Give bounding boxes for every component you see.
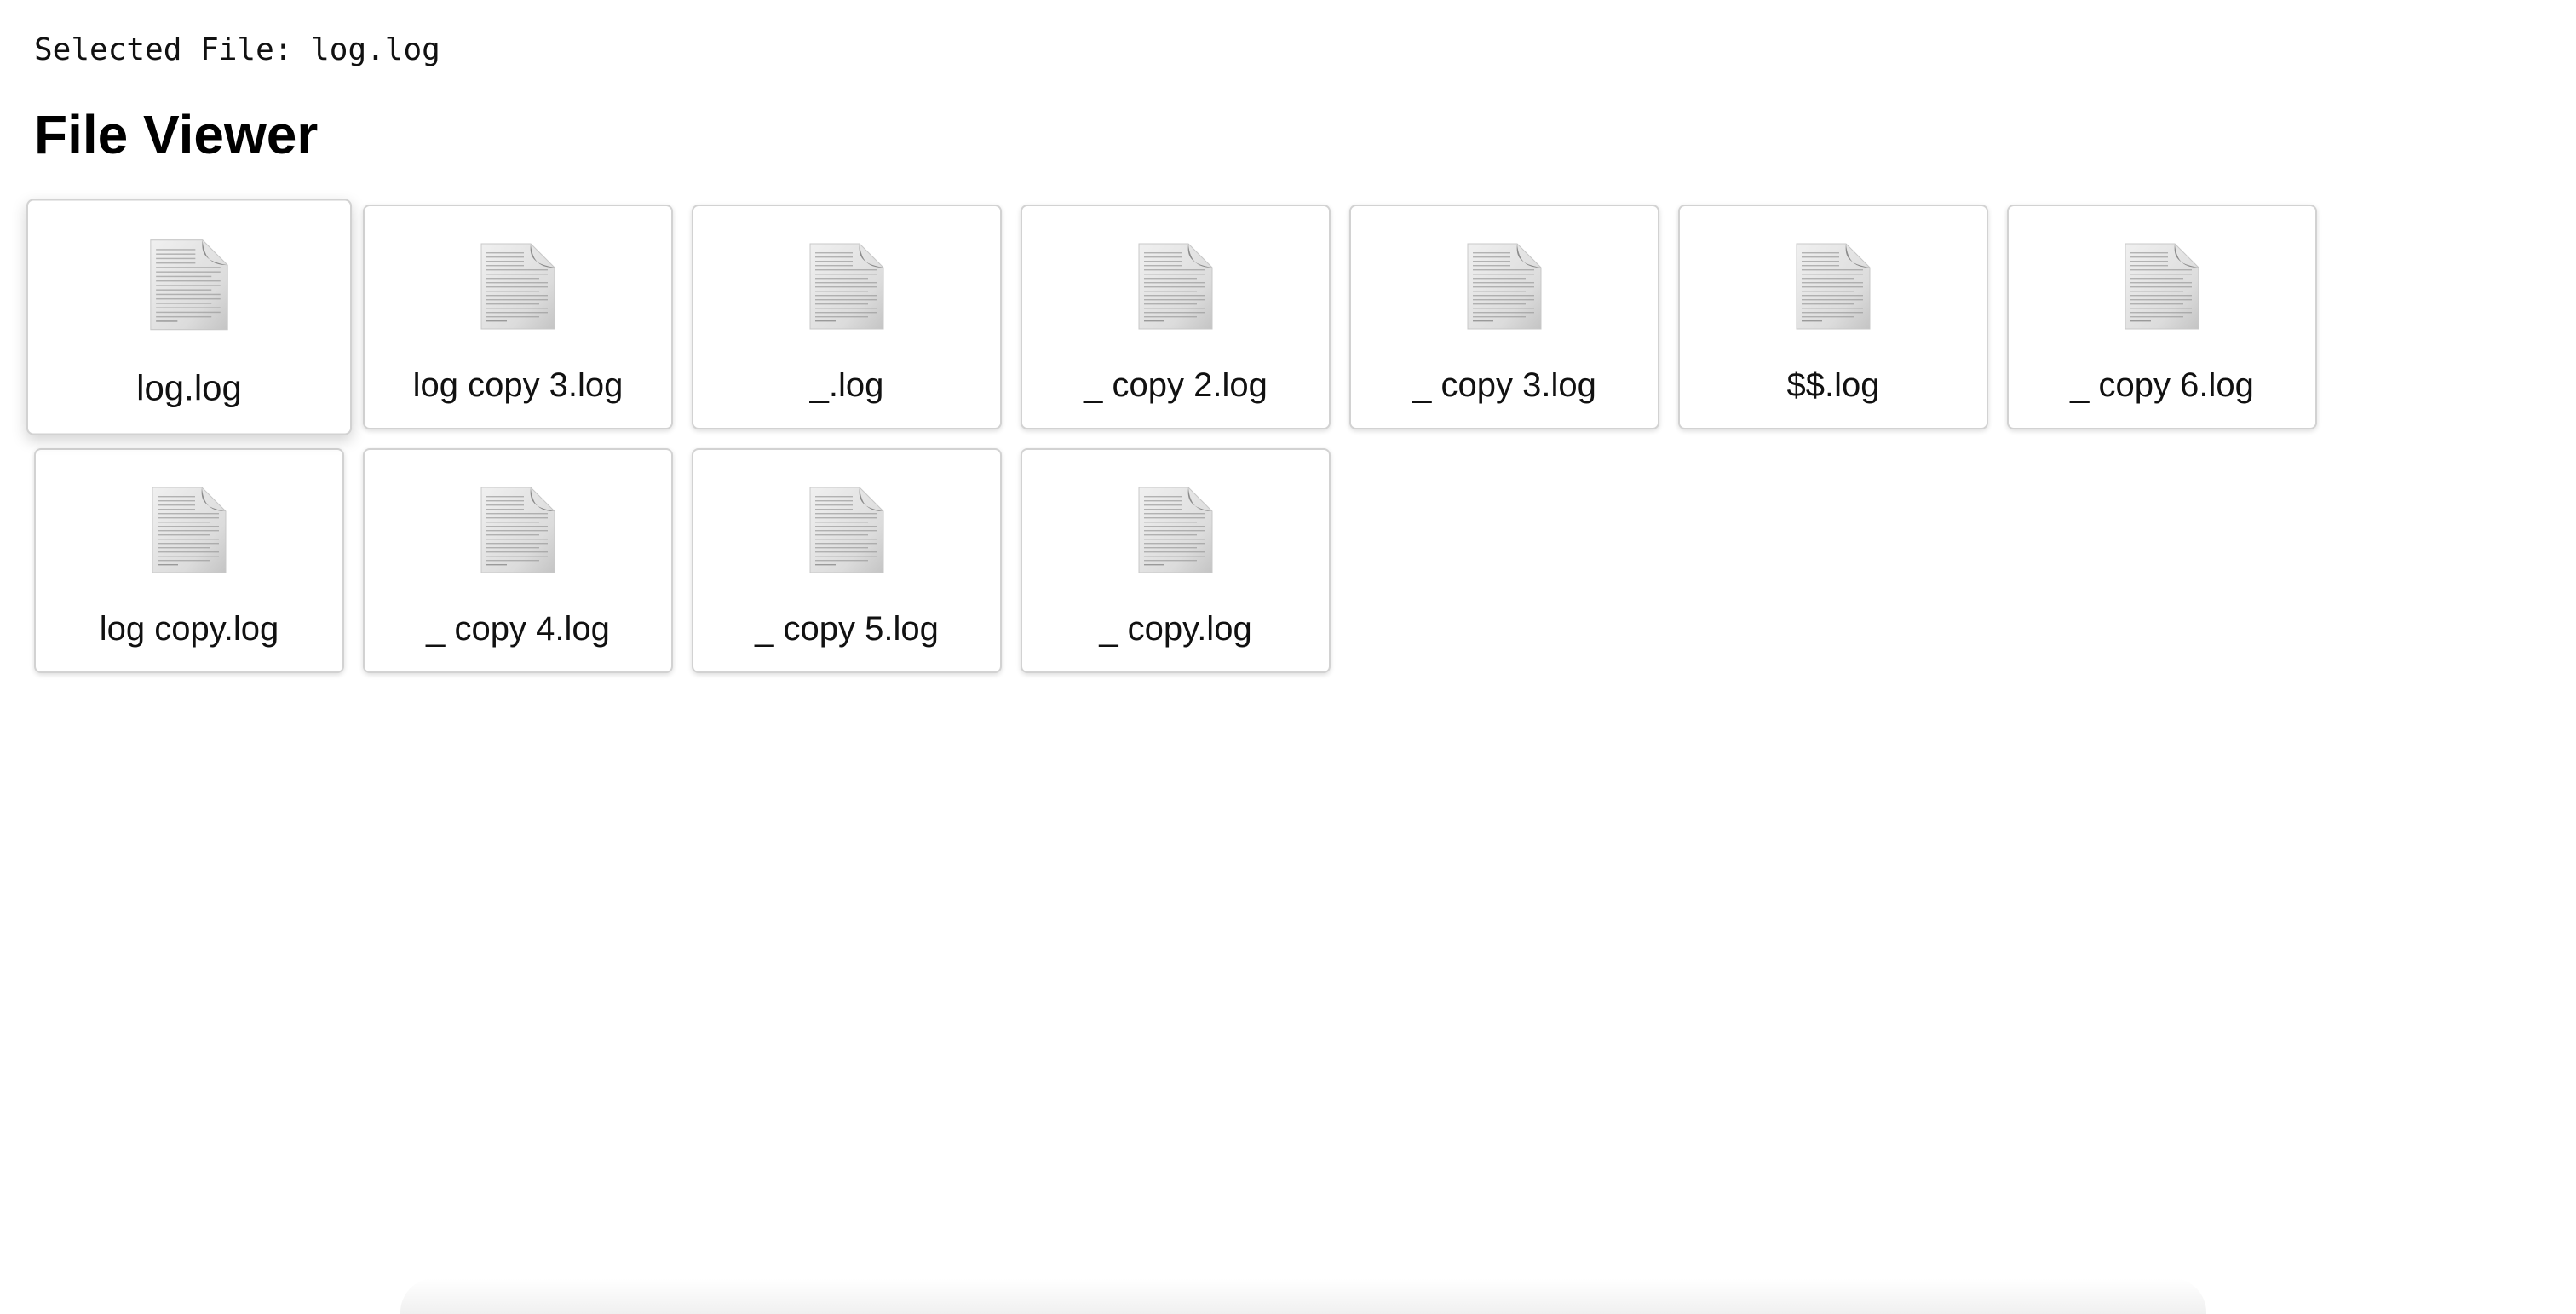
file-tile[interactable]: _ copy 6.log	[2007, 205, 2317, 429]
file-tile[interactable]: _ copy.log	[1021, 448, 1331, 673]
document-icon	[809, 487, 884, 573]
file-tile[interactable]: _ copy 2.log	[1021, 205, 1331, 429]
document-icon	[150, 239, 228, 331]
file-name: _ copy 5.log	[755, 610, 939, 648]
file-name: _ copy 2.log	[1084, 366, 1268, 404]
file-name: _ copy 4.log	[426, 610, 610, 648]
file-name: _ copy.log	[1099, 610, 1252, 648]
document-icon	[1138, 487, 1213, 573]
file-tile[interactable]: _ copy 3.log	[1349, 205, 1659, 429]
file-tile[interactable]: $$.log	[1678, 205, 1988, 429]
file-tile[interactable]: log copy.log	[34, 448, 344, 673]
file-name: _ copy 6.log	[2070, 366, 2254, 404]
file-name: $$.log	[1786, 366, 1880, 404]
file-name: _ copy 3.log	[1412, 366, 1596, 404]
page-title: File Viewer	[34, 104, 319, 165]
file-name: log copy 3.log	[412, 366, 624, 404]
document-icon	[2125, 243, 2199, 330]
file-tile[interactable]: log.log	[26, 199, 353, 435]
document-icon	[1467, 243, 1542, 330]
file-name: _.log	[809, 366, 884, 404]
file-tile[interactable]: _ copy 4.log	[363, 448, 673, 673]
file-name: log copy.log	[99, 610, 279, 648]
selected-file-label: Selected File: log.log	[34, 32, 440, 67]
document-icon	[1796, 243, 1871, 330]
document-icon	[480, 487, 555, 573]
file-grid: log.log log copy 3.log _.log _ copy 2.lo…	[26, 199, 2351, 673]
document-icon	[809, 243, 884, 330]
file-tile[interactable]: _ copy 5.log	[692, 448, 1002, 673]
document-icon	[1138, 243, 1213, 330]
document-icon	[480, 243, 555, 330]
document-icon	[152, 487, 227, 573]
file-name: log.log	[136, 368, 242, 409]
file-tile[interactable]: _.log	[692, 205, 1002, 429]
bottom-shadow	[400, 1278, 2206, 1314]
file-tile[interactable]: log copy 3.log	[363, 205, 673, 429]
